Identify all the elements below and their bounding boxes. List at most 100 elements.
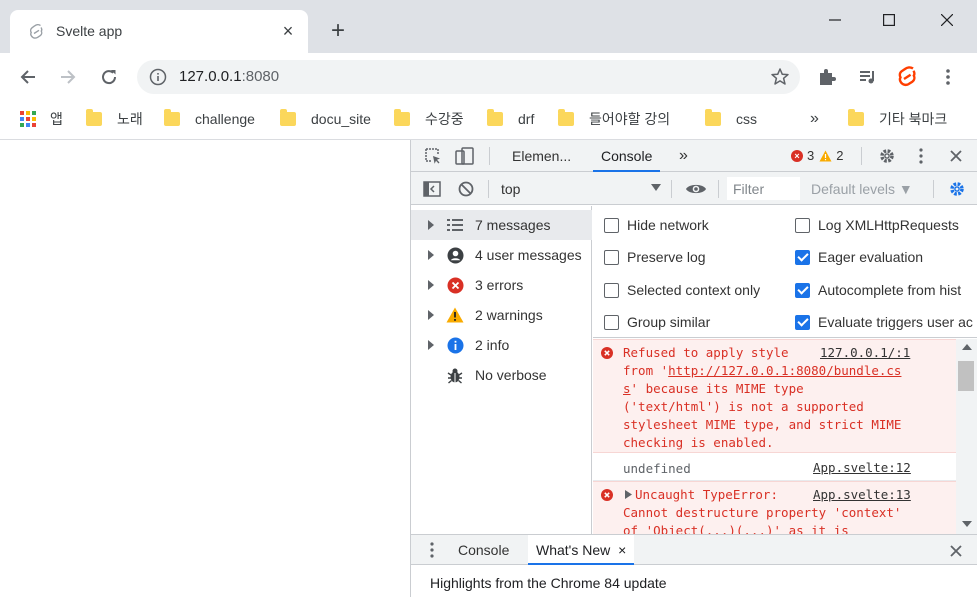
error-count: 3 bbox=[807, 148, 815, 163]
option-selected-context-only[interactable]: Selected context only bbox=[604, 280, 760, 300]
bookmarks-bar: 앱 노래 challenge docu_site 수강중 drf 들어야할 강의… bbox=[0, 100, 977, 140]
option-hide-network[interactable]: Hide network bbox=[604, 215, 709, 235]
bookmark-folder[interactable]: challenge bbox=[164, 108, 255, 130]
live-expression-button[interactable] bbox=[685, 180, 707, 198]
devtools-settings-button[interactable] bbox=[877, 146, 897, 166]
sidebar-item-user-messages[interactable]: 4 user messages bbox=[411, 240, 592, 270]
checkbox[interactable] bbox=[604, 249, 619, 265]
devtools-close-button[interactable] bbox=[948, 148, 964, 164]
bookmark-other[interactable]: 기타 북마크 bbox=[848, 108, 947, 130]
console-messages[interactable]: 127.0.0.1/:1 Refused to apply style from… bbox=[593, 339, 956, 534]
drawer-tab-console[interactable]: Console bbox=[458, 535, 509, 565]
expand-triangle-icon[interactable] bbox=[428, 280, 434, 290]
bookmark-folder[interactable]: 들어야할 강의 bbox=[558, 108, 670, 130]
console-settings-button[interactable] bbox=[947, 179, 967, 199]
bookmark-label: docu_site bbox=[311, 111, 371, 127]
drawer-menu-button[interactable] bbox=[427, 542, 437, 558]
sidebar-item-info[interactable]: 2 info bbox=[411, 330, 592, 360]
browser-tab[interactable]: Svelte app × bbox=[10, 10, 308, 53]
message-line: ' because its MIME type bbox=[630, 381, 804, 396]
svelte-devtools-icon bbox=[898, 66, 916, 87]
tab-console[interactable]: Console bbox=[593, 140, 661, 172]
message-source-link[interactable]: App.svelte:12 bbox=[813, 460, 911, 475]
forward-arrow-icon bbox=[61, 70, 76, 84]
back-button[interactable] bbox=[14, 63, 42, 91]
message-url-link[interactable]: s bbox=[623, 381, 631, 396]
extensions-button[interactable] bbox=[815, 65, 839, 89]
chevron-down-icon[interactable] bbox=[651, 184, 661, 191]
warning-count: 2 bbox=[836, 148, 844, 163]
forward-button[interactable] bbox=[54, 63, 82, 91]
star-icon[interactable] bbox=[770, 67, 790, 87]
console-message-log[interactable]: undefined App.svelte:12 bbox=[593, 455, 956, 481]
scroll-down-icon[interactable] bbox=[962, 521, 972, 527]
maximize-button[interactable] bbox=[866, 8, 912, 32]
page-viewport[interactable] bbox=[0, 140, 410, 597]
scrollbar-thumb[interactable] bbox=[958, 361, 974, 391]
message-source-link[interactable]: App.svelte:13 bbox=[813, 487, 911, 502]
drawer-tab-close-button[interactable]: × bbox=[618, 542, 626, 558]
browser-menu-button[interactable] bbox=[936, 65, 960, 89]
drawer-tab-label: What's New bbox=[536, 542, 611, 558]
scroll-up-icon[interactable] bbox=[962, 344, 972, 350]
reload-button[interactable] bbox=[95, 63, 123, 91]
sidebar-item-errors[interactable]: 3 errors bbox=[411, 270, 592, 300]
list-icon bbox=[446, 216, 464, 234]
checkbox[interactable] bbox=[604, 282, 619, 298]
sidebar-item-warnings[interactable]: 2 warnings bbox=[411, 300, 592, 330]
filter-input[interactable]: Filter bbox=[727, 177, 800, 200]
option-preserve-log[interactable]: Preserve log bbox=[604, 247, 706, 267]
address-bar[interactable]: 127.0.0.1:8080 bbox=[137, 60, 800, 94]
checkbox[interactable] bbox=[604, 314, 619, 330]
checkbox-checked[interactable] bbox=[795, 314, 810, 330]
bookmark-folder[interactable]: css bbox=[705, 108, 757, 130]
option-eager-evaluation[interactable]: Eager evaluation bbox=[795, 247, 923, 267]
svelte-devtools-button[interactable] bbox=[896, 65, 920, 89]
message-line: checking is enabled. bbox=[623, 435, 774, 450]
option-autocomplete-history[interactable]: Autocomplete from hist bbox=[795, 280, 961, 300]
bookmark-folder[interactable]: docu_site bbox=[280, 108, 371, 130]
tab-elements[interactable]: Elemen... bbox=[512, 140, 571, 172]
minimize-button[interactable] bbox=[812, 8, 858, 32]
clear-console-button[interactable] bbox=[457, 180, 475, 198]
sidebar-item-messages[interactable]: 7 messages bbox=[411, 210, 592, 240]
eye-icon bbox=[686, 184, 706, 194]
message-url-link[interactable]: http://127.0.0.1:8080/bundle.cs bbox=[668, 363, 901, 378]
devtools-menu-button[interactable] bbox=[914, 147, 928, 165]
bookmark-apps[interactable]: 앱 bbox=[20, 108, 63, 130]
bookmarks-overflow-button[interactable]: » bbox=[810, 108, 819, 130]
bookmark-folder[interactable]: 수강중 bbox=[394, 108, 464, 130]
option-log-xhr[interactable]: Log XMLHttpRequests bbox=[795, 215, 959, 235]
checkbox-checked[interactable] bbox=[795, 282, 810, 298]
drawer-tab-whats-new[interactable]: What's New × bbox=[528, 535, 635, 565]
expand-triangle-icon[interactable] bbox=[428, 340, 434, 350]
expand-triangle-icon[interactable] bbox=[428, 310, 434, 320]
bookmark-folder[interactable]: drf bbox=[487, 108, 534, 130]
tab-close-button[interactable]: × bbox=[278, 21, 298, 41]
option-group-similar[interactable]: Group similar bbox=[604, 312, 710, 332]
window-close-button[interactable] bbox=[924, 8, 970, 32]
more-tabs-button[interactable]: » bbox=[679, 140, 688, 172]
inspect-element-button[interactable] bbox=[423, 147, 443, 165]
expand-triangle-icon[interactable] bbox=[428, 220, 434, 230]
context-selector[interactable]: top bbox=[501, 181, 520, 197]
sidebar-item-verbose[interactable]: No verbose bbox=[411, 360, 592, 390]
console-message-error[interactable]: App.svelte:13 Uncaught TypeError: Cannot… bbox=[593, 481, 956, 534]
log-levels-dropdown[interactable]: Default levels ▼ bbox=[811, 181, 913, 197]
bookmark-folder[interactable]: 노래 bbox=[86, 108, 143, 130]
expand-triangle-icon[interactable] bbox=[428, 250, 434, 260]
checkbox[interactable] bbox=[604, 217, 619, 233]
issue-counter[interactable]: × 3 2 bbox=[791, 148, 843, 163]
media-button[interactable] bbox=[856, 65, 880, 89]
device-toolbar-button[interactable] bbox=[455, 147, 475, 165]
new-tab-button[interactable]: + bbox=[326, 19, 350, 44]
option-evaluate-triggers[interactable]: Evaluate triggers user ac bbox=[795, 312, 973, 332]
console-message-error[interactable]: 127.0.0.1/:1 Refused to apply style from… bbox=[593, 339, 956, 453]
info-icon[interactable] bbox=[149, 68, 167, 86]
drawer-close-button[interactable] bbox=[948, 543, 964, 559]
show-sidebar-button[interactable] bbox=[422, 180, 442, 198]
checkbox[interactable] bbox=[795, 217, 810, 233]
console-scrollbar[interactable] bbox=[956, 339, 977, 534]
expand-triangle-icon[interactable] bbox=[625, 490, 632, 499]
checkbox-checked[interactable] bbox=[795, 249, 810, 265]
